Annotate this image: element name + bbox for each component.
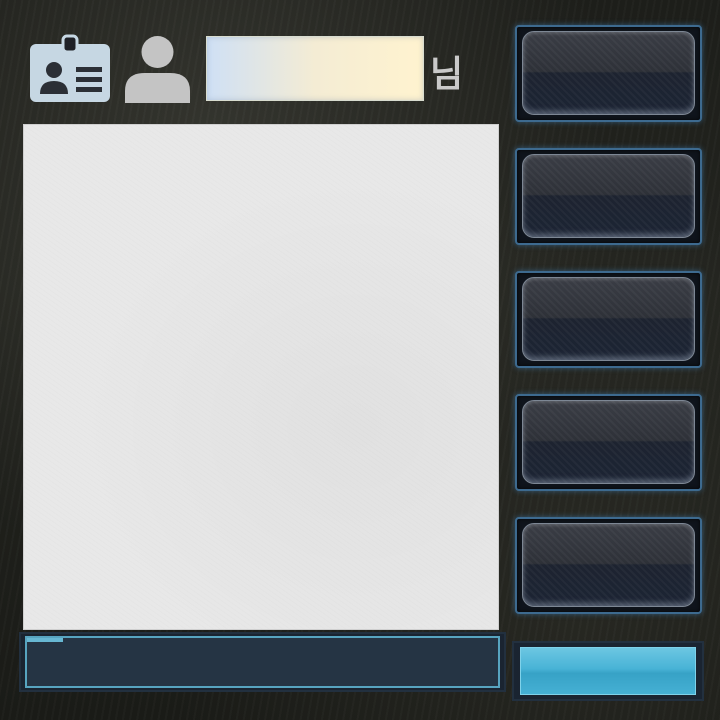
message-input-frame	[19, 632, 506, 692]
input-corner-accent	[27, 638, 63, 642]
send-button-label	[520, 647, 696, 695]
side-button-4[interactable]	[515, 394, 702, 491]
id-card-icon	[30, 34, 110, 104]
message-input[interactable]	[25, 636, 500, 688]
side-button-label	[517, 273, 700, 366]
side-button-2[interactable]	[515, 148, 702, 245]
side-button-3[interactable]	[515, 271, 702, 368]
side-button-label	[517, 27, 700, 120]
name-field[interactable]	[206, 36, 424, 101]
honorific-label: 님	[430, 54, 464, 95]
send-button[interactable]	[512, 641, 704, 701]
user-icon	[125, 35, 190, 103]
side-button-5[interactable]	[515, 517, 702, 614]
side-button-label	[517, 396, 700, 489]
main-content-panel[interactable]	[23, 124, 499, 630]
side-button-1[interactable]	[515, 25, 702, 122]
side-button-label	[517, 150, 700, 243]
side-button-label	[517, 519, 700, 612]
